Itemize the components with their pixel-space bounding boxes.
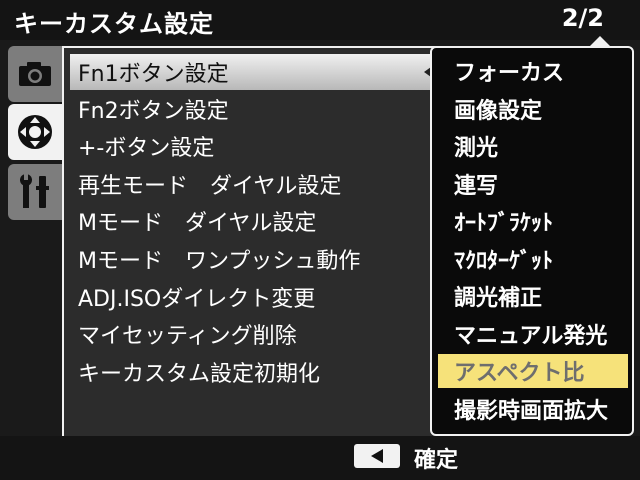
option-aspect-ratio[interactable]: アスペクト比 <box>438 354 628 388</box>
tab-key-custom[interactable] <box>8 104 62 160</box>
menu-item-label: Fn1ボタン設定 <box>78 62 229 87</box>
left-arrow-button-icon[interactable] <box>354 444 400 468</box>
menu-item-label: キーカスタム設定初期化 <box>78 362 321 387</box>
option-label: アスペクト比 <box>454 361 585 386</box>
page-title: キーカスタム設定 <box>14 10 214 38</box>
option-shooting-zoom[interactable]: 撮影時画面拡大 <box>438 392 628 426</box>
option-auto-bracket[interactable]: ｵｰﾄﾌﾞﾗｹｯﾄ <box>438 204 628 238</box>
menu-item-label: +-ボタン設定 <box>78 136 215 161</box>
option-metering[interactable]: 測光 <box>438 129 628 163</box>
option-label: 撮影時画面拡大 <box>454 399 609 424</box>
option-image-settings[interactable]: 画像設定 <box>438 92 628 126</box>
menu-item-m-mode-dial[interactable]: Mモード ダイヤル設定 <box>70 203 442 239</box>
option-label: マニュアル発光 <box>454 324 608 349</box>
menu-item-key-custom-reset[interactable]: キーカスタム設定初期化 <box>70 354 442 390</box>
menu-panel: Fn1ボタン設定 Fn2ボタン設定 +-ボタン設定 再生モード ダイヤル設定 M… <box>62 46 442 438</box>
option-label: 画像設定 <box>454 99 543 124</box>
option-label: フォーカス <box>454 61 565 86</box>
option-label: 測光 <box>454 136 499 161</box>
menu-item-fn2[interactable]: Fn2ボタン設定 <box>70 91 442 127</box>
menu-item-m-mode-one-push[interactable]: Mモード ワンプッシュ動作 <box>70 241 442 277</box>
menu-item-label: ADJ.ISOダイレクト変更 <box>78 287 316 312</box>
dropdown-pointer <box>590 36 610 46</box>
menu-item-label: 再生モード ダイヤル設定 <box>78 174 342 199</box>
option-focus[interactable]: フォーカス <box>438 54 628 88</box>
page-indicator: 2/2 <box>561 4 604 32</box>
camera-icon <box>19 62 51 86</box>
option-flash-compensation[interactable]: 調光補正 <box>438 279 628 313</box>
menu-item-label: Mモード ダイヤル設定 <box>78 211 317 236</box>
menu-item-fn1[interactable]: Fn1ボタン設定 <box>70 54 442 90</box>
menu-item-plus-minus[interactable]: +-ボタン設定 <box>70 128 442 164</box>
left-triangle-icon <box>371 449 383 463</box>
option-manual-flash[interactable]: マニュアル発光 <box>438 317 628 351</box>
menu-item-label: Fn2ボタン設定 <box>78 99 229 124</box>
option-continuous[interactable]: 連写 <box>438 167 628 201</box>
menu-item-adj-iso[interactable]: ADJ.ISOダイレクト変更 <box>70 279 442 315</box>
footer-bar: 確定 <box>0 436 640 480</box>
menu-item-my-settings-delete[interactable]: マイセッティング削除 <box>70 316 442 352</box>
tab-camera[interactable] <box>8 46 62 102</box>
option-label: 連写 <box>454 174 499 199</box>
option-macro-target[interactable]: ﾏｸﾛﾀｰｹﾞｯﾄ <box>438 242 628 276</box>
confirm-label: 確定 <box>414 448 459 473</box>
menu-item-playback-dial[interactable]: 再生モード ダイヤル設定 <box>70 166 442 202</box>
menu-item-label: マイセッティング削除 <box>78 324 297 349</box>
dpad-settings-icon <box>18 115 52 149</box>
wrench-settings-icon <box>20 174 49 208</box>
option-label: 調光補正 <box>454 286 543 311</box>
option-label: ﾏｸﾛﾀｰｹﾞｯﾄ <box>454 249 554 274</box>
header-bar: キーカスタム設定 2/2 <box>0 0 640 40</box>
option-label: ｵｰﾄﾌﾞﾗｹｯﾄ <box>454 211 554 236</box>
tab-setup[interactable] <box>8 164 62 220</box>
menu-item-label: Mモード ワンプッシュ動作 <box>78 249 361 274</box>
function-dropdown: フォーカス 画像設定 測光 連写 ｵｰﾄﾌﾞﾗｹｯﾄ ﾏｸﾛﾀｰｹﾞｯﾄ 調光補… <box>430 46 634 436</box>
